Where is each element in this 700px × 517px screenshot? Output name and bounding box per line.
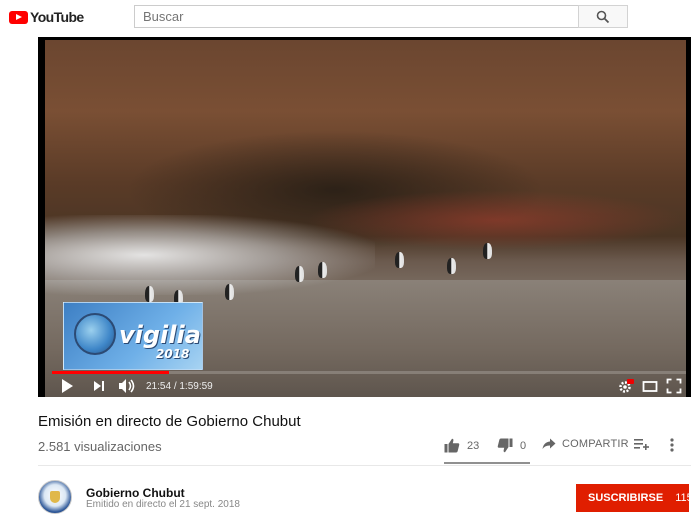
youtube-play-icon [9,10,28,24]
progress-bar-played [52,371,170,374]
dislike-count: 0 [520,439,527,452]
logo-text: YouTube [30,9,84,25]
watermark-year: 2018 [156,347,190,361]
coat-of-arms-icon [50,491,60,503]
time-total: 1:59:59 [179,381,213,392]
playlist-add-icon [634,439,649,450]
video-scene-penguin [225,284,234,300]
like-count: 23 [467,439,480,452]
like-button[interactable]: 23 [444,438,479,453]
view-count: 2.581 visualizaciones [38,439,162,454]
channel-avatar[interactable] [38,480,72,514]
video-scene-penguin [483,243,492,259]
more-dots-icon [670,438,674,452]
video-scene-penguin [318,262,327,278]
share-arrow-icon [542,438,556,449]
divider [38,465,691,466]
play-button[interactable] [60,378,74,394]
video-actions: 23 0 COMPARTIR [444,438,690,456]
more-actions-button[interactable] [670,438,674,452]
youtube-logo[interactable]: YouTube [9,9,84,25]
subscribe-button[interactable]: SUSCRIBIRSE 115 [576,484,693,512]
video-scene-penguin [447,258,456,274]
subscriber-count: 115 [675,492,693,504]
video-scene-penguin [295,266,304,282]
video-title: Emisión en directo de Gobierno Chubut [38,413,301,430]
search-input[interactable] [134,5,579,28]
player-controls: 21:54 / 1:59:59 [52,376,686,397]
time-display: 21:54 / 1:59:59 [146,381,213,392]
play-icon [62,379,73,393]
skip-next-icon [94,381,104,391]
share-button[interactable]: COMPARTIR [542,438,629,450]
theater-mode-button[interactable] [642,378,658,394]
channel-name[interactable]: Gobierno Chubut [86,486,185,500]
progress-bar[interactable] [52,371,686,374]
video-scene-surf [45,215,375,295]
penguin-emblem-icon [74,313,116,355]
theater-mode-icon [642,381,658,392]
like-ratio-bar [444,462,530,464]
search-button[interactable] [578,5,628,28]
subscribe-label: SUSCRIBIRSE [588,492,664,504]
dislike-button[interactable]: 0 [497,438,526,453]
video-scene-penguin [395,252,404,268]
watermark-word: vigilia [119,321,201,349]
settings-button[interactable] [618,378,634,394]
volume-icon [119,379,135,393]
video-scene-penguin [145,286,154,302]
video-player[interactable]: vigilia 2018 21:54 / 1:59:59 [38,37,691,397]
publish-date: Emitido en directo el 21 sept. 2018 [86,499,240,510]
like-ratio-fill [444,462,530,464]
share-label: COMPARTIR [562,438,629,450]
fullscreen-button[interactable] [666,378,682,394]
time-current: 21:54 [146,381,172,392]
video-frame[interactable]: vigilia 2018 21:54 / 1:59:59 [45,40,686,397]
masthead: YouTube [0,0,700,34]
broadcast-watermark: vigilia 2018 [63,302,203,370]
add-to-playlist-button[interactable] [634,438,649,450]
gear-hd-icon [619,379,634,393]
volume-button[interactable] [118,378,136,394]
fullscreen-icon [666,378,682,394]
search-icon [596,10,610,23]
thumbs-up-icon [444,438,460,453]
thumbs-down-icon [497,438,513,453]
next-button[interactable] [92,378,106,394]
